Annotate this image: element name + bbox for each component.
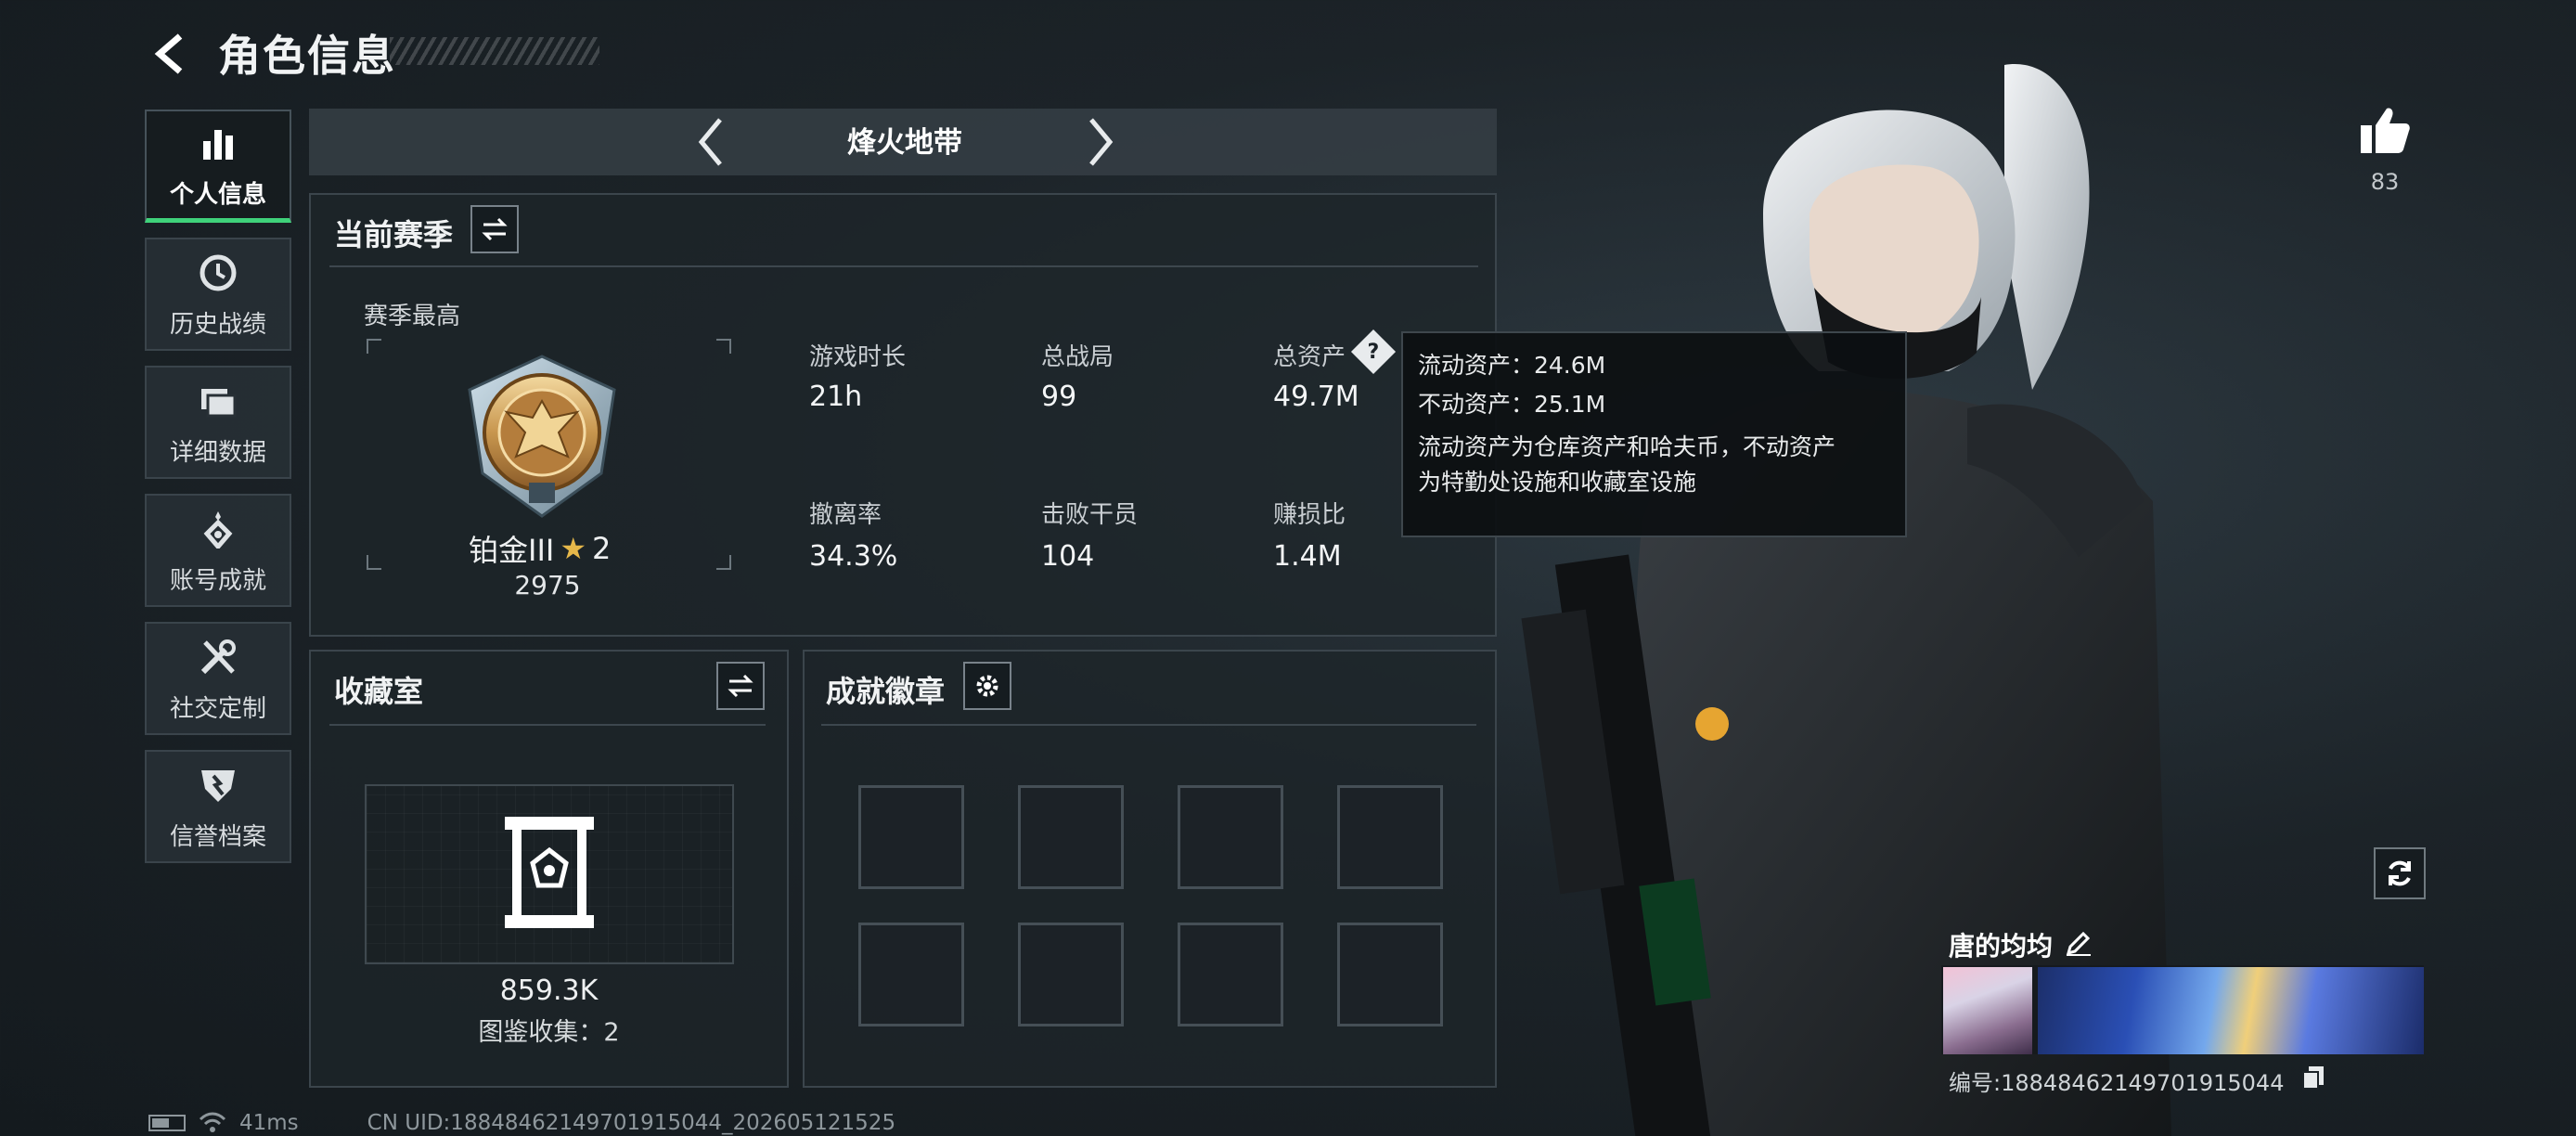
shield-icon [195,762,241,808]
bar-chart-icon [195,120,241,166]
sidebar-item-label: 社交定制 [169,694,266,723]
badge-slot[interactable] [1178,785,1283,889]
rank-score: 2975 [514,570,581,600]
badge-slot[interactable] [1018,785,1124,889]
sidebar-item-achievements[interactable]: 账号成就 [145,494,291,607]
rank-name: 铂金III [469,533,555,568]
season-divider [329,265,1478,267]
chevron-right-icon [1089,118,1114,166]
stat-value: 1.4M [1273,540,1342,573]
badge-slot[interactable] [858,923,964,1026]
stat-label: 游戏时长 [809,343,907,371]
badge-slot[interactable] [1018,923,1124,1026]
sidebar-item-label: 历史战绩 [169,310,266,339]
title-decoration [390,37,599,65]
back-arrow-icon [154,32,183,74]
badge-title: 成就徽章 [826,674,946,709]
sidebar-item-label: 账号成就 [169,566,266,595]
sidebar-item-social[interactable]: 社交定制 [145,622,291,735]
collection-title: 收藏室 [334,674,424,709]
frame-corner [716,339,731,354]
sidebar-item-details[interactable]: 详细数据 [145,366,291,479]
wifi-icon [199,1112,226,1132]
copy-id-button[interactable] [2299,1063,2327,1092]
frame-corner [716,555,731,570]
player-id: 编号:18848462149701915044 [1949,1070,2285,1096]
clock-icon [195,250,241,296]
ping-value: 41ms [239,1111,299,1135]
folder-icon [195,378,241,424]
battery-icon [148,1115,186,1131]
swap-icon [482,217,508,241]
copy-icon [2302,1066,2324,1090]
refresh-icon [2389,860,2411,886]
stat-label: 击败干员 [1041,501,1139,529]
thumbs-up-icon [2361,108,2410,153]
tooltip-fixed-assets: 不动资产：25.1M [1418,391,1606,418]
collection-switch-button[interactable] [716,662,765,710]
edit-name-button[interactable] [2062,926,2095,960]
rank-name-row: 铂金III ★ 2 [469,527,611,570]
refresh-button[interactable] [2374,847,2426,899]
badge-divider [821,724,1476,726]
frame-corner [367,555,381,570]
asset-tooltip: 流动资产：24.6M 不动资产：25.1M 流动资产为仓库资产和哈夫币，不动资产… [1401,331,1907,537]
sidebar-item-label: 详细数据 [169,438,266,467]
sidebar-item-history[interactable]: 历史战绩 [145,238,291,351]
tooltip-liquid-assets: 流动资产：24.6M [1418,352,1606,379]
badge-slot[interactable] [1337,785,1443,889]
avatar[interactable] [1943,967,2032,1054]
stat-label: 撤离率 [809,501,882,529]
tooltip-description-line: 流动资产为仓库资产和哈夫币，不动资产 [1418,433,1836,460]
rank-stars: 2 [592,531,612,566]
badge-slot[interactable] [1337,923,1443,1026]
medal-icon [195,506,241,552]
status-bar: 41ms CN UID:18848462149701915044_2026051… [148,1110,895,1136]
swap-icon [728,674,753,698]
like-count: 83 [2370,169,2400,195]
mode-next-button[interactable] [1072,113,1129,171]
gear-icon [976,675,998,697]
collection-divider [329,724,766,726]
season-best-label: 赛季最高 [364,303,461,330]
tooltip-description-line: 为特勤处设施和收藏室设施 [1418,469,1697,496]
season-switch-button[interactable] [470,205,519,253]
pencil-icon [2066,931,2091,956]
sidebar-item-label: 信誉档案 [169,822,266,851]
season-title: 当前赛季 [334,217,454,252]
star-icon: ★ [560,531,587,566]
stat-value: 21h [809,381,863,413]
collection-value: 859.3K [499,975,599,1007]
like-button[interactable] [2352,102,2417,158]
badge-slot[interactable] [1178,923,1283,1026]
mode-label: 烽火地带 [847,126,962,160]
chevron-left-icon [698,118,722,166]
stat-label: 赚损比 [1273,501,1346,529]
badge-settings-button[interactable] [963,662,1011,710]
stat-value: 99 [1041,381,1077,413]
profile-banner [2038,967,2424,1054]
stat-label: 总资产 [1273,343,1346,371]
frame-corner [367,339,381,354]
uid-text: CN UID:18848462149701915044_202605121525 [367,1111,896,1135]
sidebar-item-profile[interactable]: 个人信息 [145,110,291,223]
stat-value: 104 [1041,540,1095,573]
collection-cabinet-icon [501,813,598,932]
tools-icon [195,634,241,680]
mode-prev-button[interactable] [682,113,740,171]
sidebar-item-label: 个人信息 [169,181,266,209]
stat-label: 总战局 [1041,343,1114,371]
badge-slot[interactable] [858,785,964,889]
stat-value: 49.7M [1273,381,1359,413]
rank-emblem-icon [462,353,622,520]
collection-catalog: 图鉴收集：2 [478,1018,620,1047]
back-button[interactable] [139,23,204,84]
page-title: 角色信息 [218,31,396,81]
help-icon: ? [1367,340,1380,364]
sidebar-item-reputation[interactable]: 信誉档案 [145,750,291,863]
stat-value: 34.3% [809,540,898,573]
player-name: 唐的均均 [1949,931,2054,962]
